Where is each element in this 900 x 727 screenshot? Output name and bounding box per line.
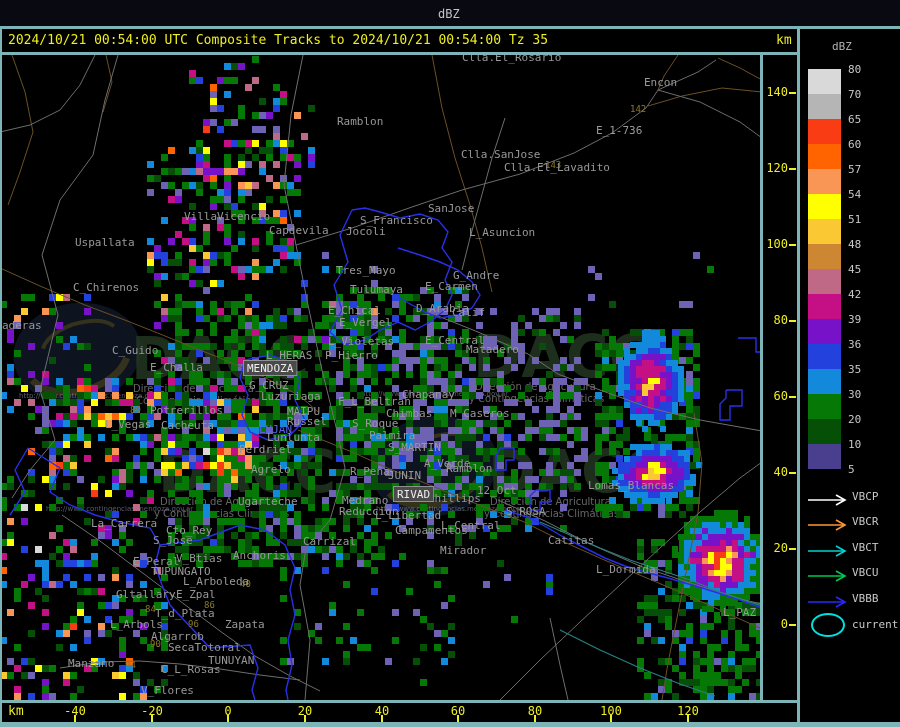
dbz-scale-value: 20 <box>848 413 862 426</box>
y-tick-label: 40 <box>773 465 788 479</box>
radar-app-window: dBZ 2024/10/21 00:54:00 UTC Composite Tr… <box>0 0 900 727</box>
dbz-swatch <box>808 294 841 319</box>
top-dbz-label: dBZ <box>438 7 460 21</box>
left-border <box>0 26 2 727</box>
x-tick-mark <box>74 715 76 722</box>
x-tick-mark <box>227 715 229 722</box>
dbz-swatch <box>808 244 841 269</box>
dbz-scale-value: 51 <box>848 213 862 226</box>
track-arrow-icon <box>808 567 848 582</box>
dbz-swatch <box>808 144 841 169</box>
dbz-scale-value: 70 <box>848 88 862 101</box>
dbz-scale-value: 48 <box>848 238 862 251</box>
dbz-swatch <box>808 69 841 94</box>
x-tick-mark <box>457 715 459 722</box>
track-arrow-icon <box>808 516 848 531</box>
dbz-scale-value: 60 <box>848 138 862 151</box>
dbz-swatch <box>808 394 841 419</box>
dbz-scale-value: 35 <box>848 363 862 376</box>
dbz-swatch <box>808 269 841 294</box>
dbz-swatch <box>808 419 841 444</box>
dbz-scale-value: 65 <box>848 113 862 126</box>
dbz-swatch <box>808 119 841 144</box>
x-tick-mark <box>534 715 536 722</box>
dbz-scale-value: 10 <box>848 438 862 451</box>
y-tick-label: 80 <box>773 313 788 327</box>
y-tick-label: 20 <box>773 541 788 555</box>
y-tick-label: 140 <box>766 85 788 99</box>
current-label: current <box>852 618 899 631</box>
dbz-swatch <box>808 319 841 344</box>
dbz-scale-value: 39 <box>848 313 862 326</box>
y-tick-mark <box>789 244 796 246</box>
x-tick-mark <box>151 715 153 722</box>
x-tick-mark <box>610 715 612 722</box>
dbz-swatch <box>808 344 841 369</box>
dbz-scale-value: 80 <box>848 63 862 76</box>
y-tick-mark <box>789 396 796 398</box>
dbz-swatch <box>808 444 841 469</box>
dbz-swatch <box>808 94 841 119</box>
dbz-swatch <box>808 219 841 244</box>
map-right-border <box>760 55 763 703</box>
y-tick-mark <box>789 320 796 322</box>
track-arrow-icon <box>808 542 848 557</box>
dbz-scale-value: 42 <box>848 288 862 301</box>
dbz-scale-value: 57 <box>848 163 862 176</box>
x-tick-mark <box>304 715 306 722</box>
dbz-scale-value: 45 <box>848 263 862 276</box>
y-tick-label: 60 <box>773 389 788 403</box>
track-arrow-icon <box>808 491 848 506</box>
y-tick-mark <box>789 168 796 170</box>
title-row: 2024/10/21 00:54:00 UTC Composite Tracks… <box>2 29 797 52</box>
y-tick-label: 0 <box>780 617 788 631</box>
dbz-swatch <box>808 369 841 394</box>
km-axis-unit-bottom: km <box>8 704 24 719</box>
track-arrow-icon <box>808 593 848 608</box>
y-tick-mark <box>789 624 796 626</box>
current-ellipse-icon <box>811 613 845 637</box>
dbz-scale-value: 30 <box>848 388 862 401</box>
dbz-scale-value: 54 <box>848 188 862 201</box>
track-label: VBCP <box>852 490 879 503</box>
map-bottom-border <box>0 700 797 703</box>
dbz-swatch <box>808 194 841 219</box>
x-tick-mark <box>381 715 383 722</box>
legend-dbz-title: dBZ <box>832 40 852 53</box>
timestamp-title: 2024/10/21 00:54:00 UTC Composite Tracks… <box>8 33 549 48</box>
dbz-swatch <box>808 169 841 194</box>
y-tick-mark <box>789 548 796 550</box>
track-label: VBCT <box>852 541 879 554</box>
y-tick-mark <box>789 92 796 94</box>
y-tick-label: 100 <box>766 237 788 251</box>
y-tick-mark <box>789 472 796 474</box>
x-tick-mark <box>687 715 689 722</box>
track-label: VBBB <box>852 592 879 605</box>
km-axis-unit-right: km <box>776 33 792 48</box>
radar-map-canvas <box>2 55 762 701</box>
y-tick-label: 120 <box>766 161 788 175</box>
top-bar: dBZ <box>0 0 900 26</box>
dbz-scale-value: 36 <box>848 338 862 351</box>
bottom-bar <box>0 722 900 727</box>
track-label: VBCU <box>852 566 879 579</box>
track-label: VBCR <box>852 515 879 528</box>
dbz-scale-value: 5 <box>848 463 855 476</box>
